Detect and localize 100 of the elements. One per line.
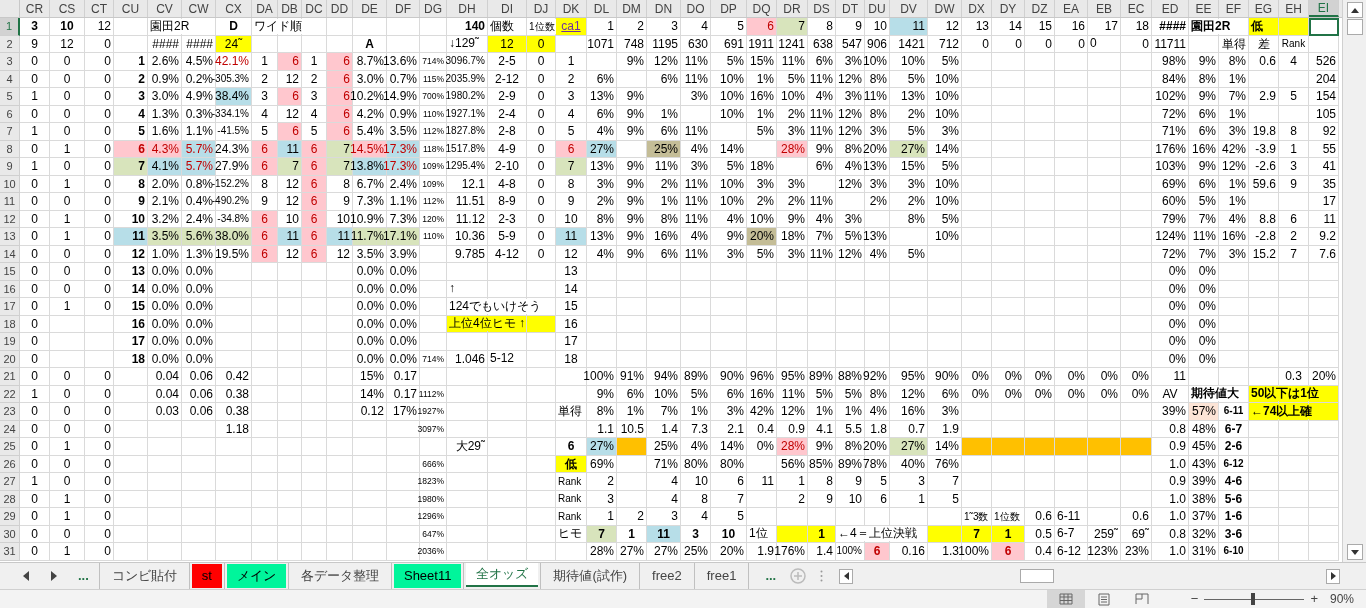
cell-text: 0 (104, 405, 111, 418)
cell-text: 1.1% (185, 125, 213, 138)
column-header[interactable]: DF (387, 0, 420, 17)
sheet-tab[interactable]: Sheet11 (393, 564, 462, 588)
column-header[interactable]: DL (587, 0, 617, 17)
cell-text: 27% (619, 545, 644, 558)
cell-text: 0% (1168, 335, 1186, 348)
sheet-tab[interactable]: free2 (642, 564, 692, 588)
row-header[interactable]: 13 (0, 228, 20, 246)
row-header[interactable]: 3 (0, 53, 20, 71)
column-header[interactable]: DC (302, 0, 327, 17)
normal-view-icon[interactable] (1046, 589, 1085, 608)
cell-text: 5% (756, 125, 774, 138)
column-header[interactable]: CS (50, 0, 85, 17)
column-header[interactable]: CR (20, 0, 50, 17)
row-header[interactable]: 25 (0, 438, 20, 456)
column-header[interactable]: DT (836, 0, 865, 17)
row-header[interactable]: 21 (0, 368, 20, 386)
column-header[interactable]: DE (353, 0, 387, 17)
column-header[interactable]: DR (777, 0, 808, 17)
zoom-in-button[interactable]: + (1310, 589, 1318, 608)
cell-text: 2% (907, 195, 925, 208)
column-header[interactable]: CW (182, 0, 216, 17)
column-header[interactable]: DV (890, 0, 928, 17)
column-header[interactable]: EC (1121, 0, 1152, 17)
scroll-right-icon[interactable] (1326, 568, 1340, 584)
sheet-tab[interactable]: コンビ貼付 (101, 564, 187, 588)
column-header[interactable]: DJ (527, 0, 556, 17)
column-header[interactable]: EI (1309, 0, 1339, 17)
row-header[interactable]: 7 (0, 123, 20, 141)
scroll-left-icon[interactable] (839, 568, 854, 584)
column-header[interactable]: CU (114, 0, 148, 17)
scroll-down-icon[interactable] (1346, 544, 1363, 560)
column-header[interactable]: EE (1189, 0, 1219, 17)
column-header[interactable]: DU (865, 0, 890, 17)
sheet-tab[interactable]: メイン (226, 564, 286, 588)
column-header[interactable]: DB (278, 0, 302, 17)
sheet-tab[interactable]: st (191, 564, 222, 588)
cell-text: 1.4 (661, 422, 678, 435)
column-header[interactable]: DX (962, 0, 992, 17)
column-header[interactable]: DZ (1025, 0, 1055, 17)
cell-text: 3% (726, 247, 744, 260)
cell-text: 15 (564, 300, 578, 313)
column-header[interactable]: DN (647, 0, 681, 17)
column-header[interactable]: CX (216, 0, 252, 17)
column-header[interactable]: DI (488, 0, 527, 17)
row-header[interactable]: 15 (0, 263, 20, 281)
previous-sheet-icon[interactable] (22, 571, 30, 581)
next-sheet-icon[interactable] (50, 571, 58, 581)
column-header[interactable]: EA (1055, 0, 1088, 17)
column-header[interactable]: DW (928, 0, 962, 17)
column-header[interactable]: DM (617, 0, 647, 17)
column-header[interactable]: DA (252, 0, 278, 17)
zoom-slider[interactable] (1204, 593, 1305, 605)
column-header[interactable]: DS (808, 0, 836, 17)
cell-text: Rank (1281, 38, 1306, 49)
scroll-thumb[interactable] (1346, 19, 1363, 35)
row-header[interactable]: 11 (0, 193, 20, 211)
sheet-tab[interactable]: 全オッズ (466, 563, 539, 587)
row-header[interactable]: 27 (0, 473, 20, 491)
column-header[interactable]: CT (85, 0, 114, 17)
sheet-tab[interactable]: 各データ整理 (290, 564, 389, 588)
cell-text: 0% (1100, 387, 1118, 400)
row-header[interactable]: 29 (0, 508, 20, 526)
scroll-up-icon[interactable] (1346, 2, 1363, 18)
selected-cell[interactable] (1309, 18, 1339, 36)
slider-thumb[interactable] (1251, 593, 1256, 605)
column-header[interactable]: DH (447, 0, 488, 17)
cell-text: 2-3 (498, 212, 516, 225)
column-header[interactable]: DK (556, 0, 587, 17)
sheet-tab[interactable]: 期待値(試作) (543, 564, 638, 588)
row-header[interactable]: 31 (0, 543, 20, 561)
row-header[interactable]: 1 (0, 18, 20, 36)
zoom-out-button[interactable]: − (1190, 589, 1199, 608)
column-header[interactable]: DG (420, 0, 447, 17)
row-header[interactable]: 17 (0, 298, 20, 316)
vertical-scrollbar[interactable] (1342, 0, 1366, 562)
column-header[interactable]: DY (992, 0, 1025, 17)
sheet-tab[interactable]: free1 (696, 564, 747, 588)
more-sheets[interactable]: ... (78, 566, 89, 586)
column-header[interactable]: DD (327, 0, 353, 17)
column-header[interactable]: ED (1152, 0, 1189, 17)
cell-text: 9% (626, 55, 644, 68)
row-header[interactable]: 9 (0, 158, 20, 176)
more-sheets[interactable]: ... (765, 566, 777, 586)
cell-text: 1% (1228, 72, 1246, 85)
column-header[interactable]: DP (711, 0, 747, 17)
row-header[interactable]: 23 (0, 403, 20, 421)
cell-text: 0.0% (356, 317, 384, 330)
row-header[interactable]: 5 (0, 88, 20, 106)
column-header[interactable]: EF (1219, 0, 1249, 17)
row-header[interactable]: 19 (0, 333, 20, 351)
scroll-thumb[interactable] (1020, 569, 1055, 583)
column-header[interactable]: EG (1249, 0, 1279, 17)
cell-link[interactable]: ca1 (561, 20, 581, 33)
column-header[interactable]: DO (681, 0, 711, 17)
column-header[interactable]: CV (148, 0, 182, 17)
splitter-icon[interactable] (820, 570, 824, 582)
column-header[interactable]: EB (1088, 0, 1121, 17)
column-header[interactable]: DQ (747, 0, 777, 17)
